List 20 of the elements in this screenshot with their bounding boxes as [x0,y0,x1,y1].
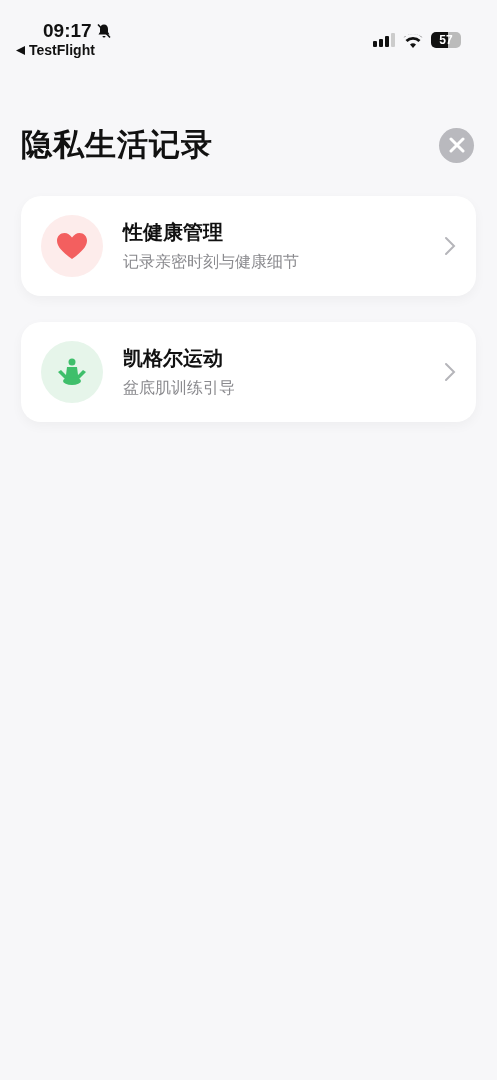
status-time: 09:17 [43,20,92,42]
close-icon [448,137,465,153]
card-subtitle: 记录亲密时刻与健康细节 [123,252,300,272]
card-title: 凯格尔运动 [123,346,224,371]
page-title: 隐私生活记录 [21,126,213,164]
signal-icon [373,33,395,47]
muted-bell-icon [95,23,112,39]
back-app-label[interactable]: TestFlight [29,42,95,58]
heart-icon [56,232,88,260]
card-title: 性健康管理 [123,220,224,245]
meditation-icon [56,358,88,386]
chevron-right-icon [444,362,456,382]
wifi-icon [403,32,423,48]
menu-card[interactable]: 凯格尔运动 盆底肌训练引导 [21,322,476,422]
back-triangle-icon [16,45,25,55]
back-link[interactable]: TestFlight [16,42,112,58]
chevron-right-icon [444,236,456,256]
menu-card[interactable]: 性健康管理 记录亲密时刻与健康细节 [21,196,476,296]
card-subtitle: 盆底肌训练引导 [123,378,236,398]
close-button[interactable] [439,127,474,163]
